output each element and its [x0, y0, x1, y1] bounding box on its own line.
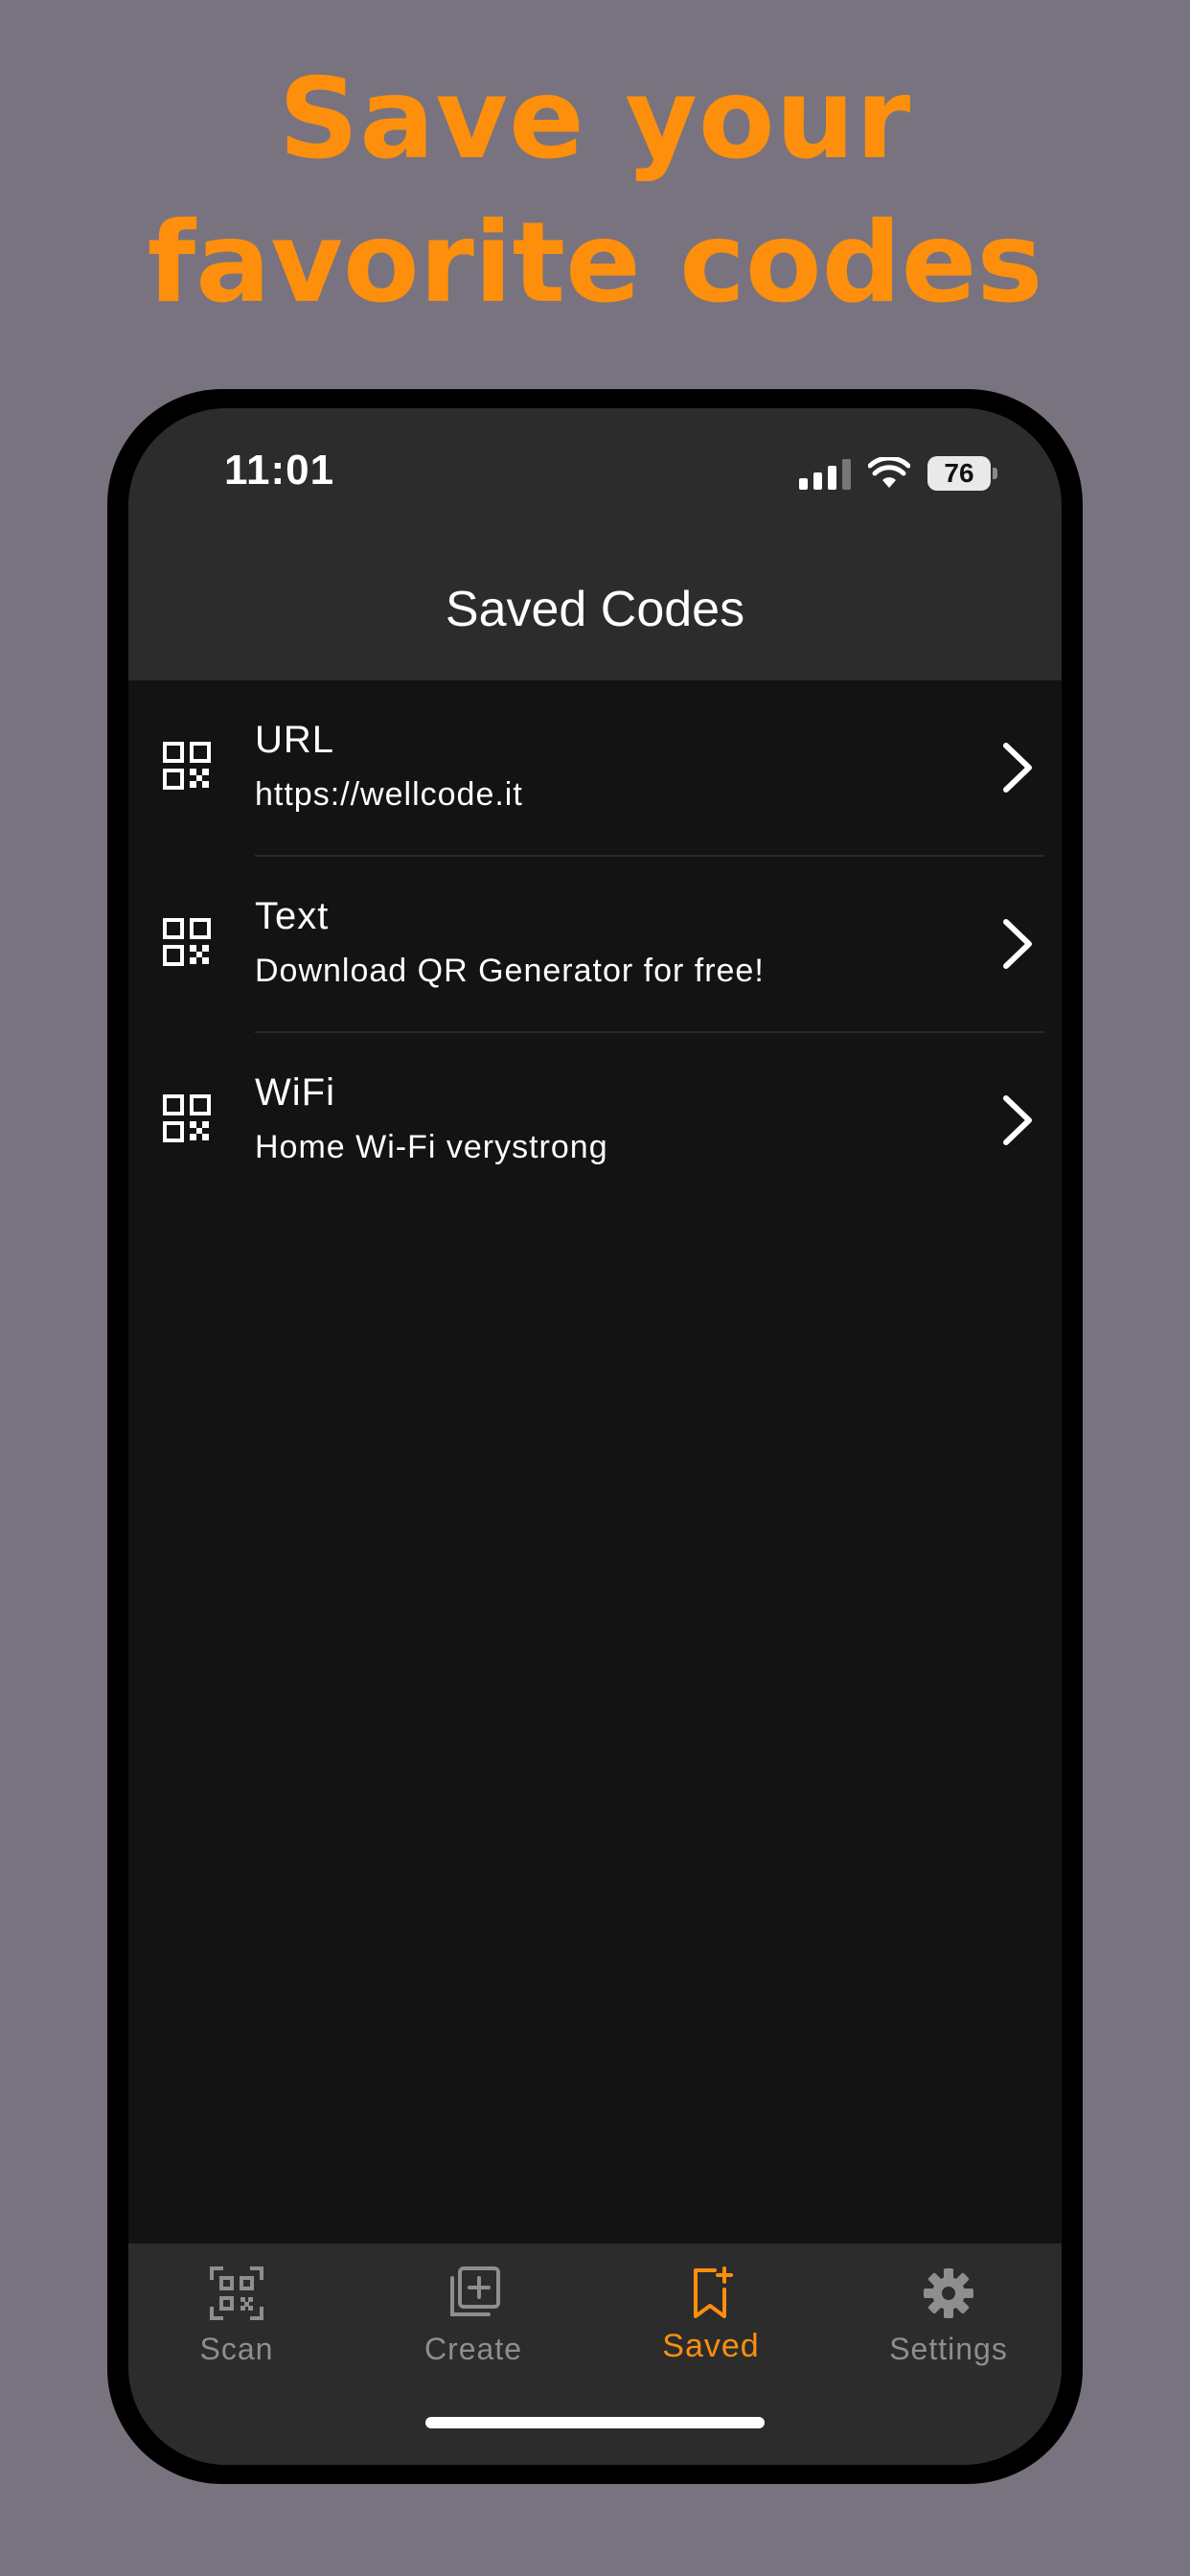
- tab-saved[interactable]: Saved: [615, 2265, 807, 2365]
- item-value: Download QR Generator for free!: [255, 953, 765, 989]
- chevron-right-icon: [1003, 1095, 1032, 1145]
- battery-icon: 76: [927, 456, 997, 491]
- item-type: URL: [255, 719, 335, 761]
- cellular-signal-icon: [799, 457, 851, 490]
- add-square-icon: [450, 2266, 500, 2316]
- tab-label: Saved: [662, 2328, 760, 2364]
- headline-line-2: favorite codes: [147, 198, 1043, 328]
- tab-bar: Scan Create Saved Settings: [128, 2243, 1062, 2465]
- home-indicator: [425, 2417, 765, 2428]
- tab-scan[interactable]: Scan: [141, 2265, 332, 2367]
- navigation-bar: 11:01 76 Saved Codes: [128, 408, 1062, 680]
- item-type: Text: [255, 895, 330, 937]
- promo-headline: Save your favorite codes: [0, 48, 1190, 335]
- list-item[interactable]: Text Download QR Generator for free!: [128, 857, 1062, 1033]
- bookmark-plus-icon: [694, 2266, 733, 2318]
- item-value: Home Wi-Fi verystrong: [255, 1129, 608, 1165]
- item-value: https://wellcode.it: [255, 776, 523, 813]
- wifi-icon: [868, 457, 910, 488]
- phone-screen: 11:01 76 Saved Codes URL https://wellcod…: [128, 408, 1062, 2465]
- qr-code-icon: [163, 1094, 211, 1142]
- item-type: WiFi: [255, 1071, 335, 1114]
- saved-codes-list: URL https://wellcode.it Text Download QR…: [128, 680, 1062, 1209]
- list-item[interactable]: WiFi Home Wi-Fi verystrong: [128, 1033, 1062, 1209]
- status-time: 11:01: [224, 447, 335, 494]
- tab-create[interactable]: Create: [378, 2265, 569, 2367]
- headline-line-1: Save your: [278, 55, 912, 184]
- page-title: Saved Codes: [445, 582, 745, 637]
- chevron-right-icon: [1003, 743, 1032, 793]
- tab-settings[interactable]: Settings: [853, 2265, 1044, 2367]
- chevron-right-icon: [1003, 919, 1032, 969]
- battery-level: 76: [944, 458, 974, 488]
- qr-code-icon: [163, 742, 211, 790]
- tab-label: Settings: [889, 2332, 1008, 2366]
- qr-code-icon: [163, 918, 211, 966]
- tab-label: Create: [423, 2332, 523, 2366]
- scan-qr-icon: [210, 2266, 263, 2320]
- status-icons: 76: [799, 454, 997, 493]
- list-item[interactable]: URL https://wellcode.it: [128, 680, 1062, 857]
- gear-icon: [924, 2268, 973, 2318]
- tab-label: Scan: [199, 2332, 274, 2366]
- phone-frame: 11:01 76 Saved Codes URL https://wellcod…: [107, 389, 1083, 2484]
